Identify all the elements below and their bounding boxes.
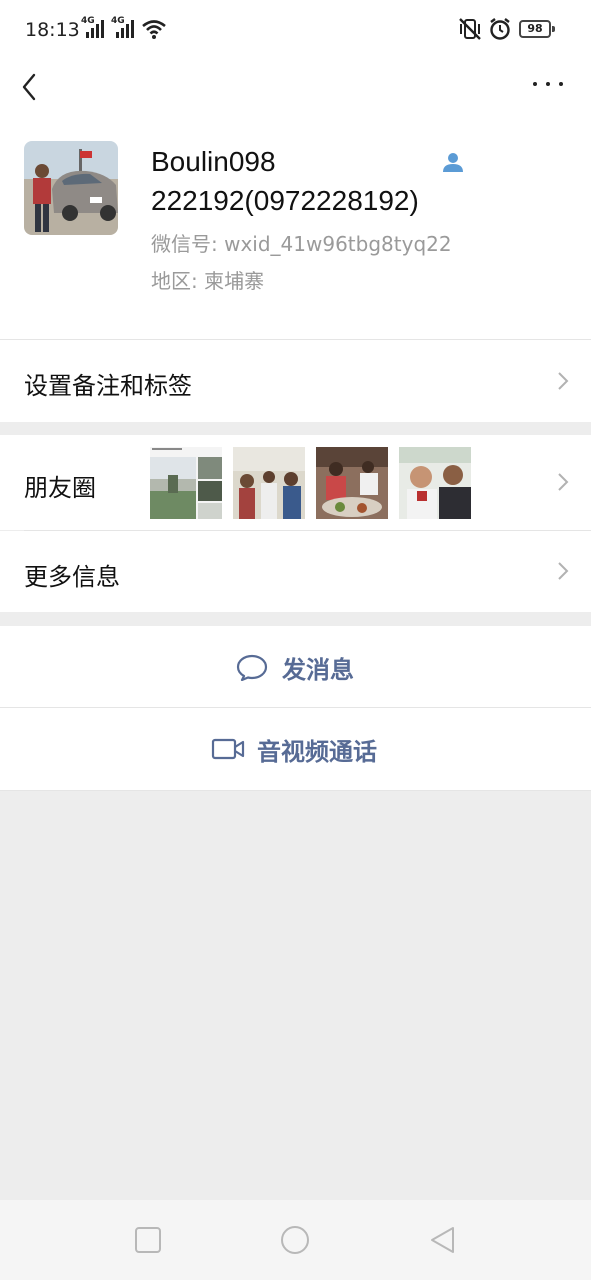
triangle-back-icon (431, 1227, 454, 1253)
chevron-right-icon (558, 473, 569, 491)
profile-header: Boulin098 222192(0972228192) 微信号: wxid_4… (0, 120, 591, 340)
contact-profile-screen: 18:13 4G 4G 98 Boulin098 222192(09722281… (0, 0, 591, 1280)
status-time: 18:13 (25, 19, 80, 41)
region-value: 柬埔寨 (204, 269, 265, 293)
remark-tags-cell[interactable]: 设置备注和标签 (0, 340, 591, 422)
battery-level: 98 (527, 22, 543, 35)
chevron-right-icon (558, 372, 569, 390)
moments-photo (399, 447, 471, 519)
more-info-cell[interactable]: 更多信息 (0, 531, 591, 612)
region-label: 地区: (151, 269, 198, 293)
avatar[interactable] (24, 141, 118, 235)
moments-cell[interactable]: 朋友圈 (0, 435, 591, 530)
back-button[interactable] (14, 66, 48, 106)
alarm-icon (490, 18, 510, 40)
network-type-label: 4G (81, 16, 95, 26)
signal-icon-sim1: 4G (81, 16, 105, 38)
wechat-id-value: wxid_41w96tbg8tyq22 (224, 232, 452, 256)
nav-bar (0, 60, 591, 120)
moments-photo (316, 447, 388, 519)
status-right-icons: 98 (457, 17, 567, 41)
region: 地区: 柬埔寨 (151, 265, 264, 294)
more-info-label: 更多信息 (24, 563, 120, 591)
person-icon (443, 153, 463, 172)
vibrate-mute-icon (459, 18, 481, 40)
recent-apps-button[interactable] (134, 1226, 162, 1254)
chevron-right-icon (558, 562, 569, 580)
divider (0, 790, 591, 791)
network-type-label: 4G (111, 16, 125, 26)
chevron-left-icon (22, 73, 36, 101)
wechat-id-label: 微信号: (151, 232, 218, 256)
moments-photo (233, 447, 305, 519)
circle-icon (281, 1226, 309, 1254)
chat-bubble-icon (236, 654, 268, 681)
video-camera-icon (211, 738, 245, 760)
wifi-icon (142, 20, 166, 39)
square-icon (135, 1227, 161, 1253)
contact-nickname: Boulin098 222192(0972228192) (151, 146, 419, 216)
moments-label: 朋友圈 (24, 474, 96, 502)
ellipsis-icon (533, 82, 537, 86)
avatar-photo (24, 141, 118, 235)
moments-photo (150, 447, 222, 519)
signal-icon-sim2: 4G (111, 16, 135, 38)
system-navigation-bar (0, 1200, 591, 1280)
home-button[interactable] (280, 1225, 310, 1255)
remark-tags-label: 设置备注和标签 (24, 372, 192, 400)
battery-icon: 98 (519, 20, 551, 38)
send-message-button[interactable]: 发消息 (0, 626, 591, 708)
system-back-button[interactable] (429, 1226, 457, 1254)
wechat-id: 微信号: wxid_41w96tbg8tyq22 (151, 228, 452, 257)
more-options-button[interactable] (531, 72, 567, 96)
video-call-label: 音视频通话 (257, 737, 377, 766)
status-bar: 18:13 4G 4G 98 (0, 0, 591, 60)
video-call-button[interactable]: 音视频通话 (0, 708, 591, 790)
send-message-label: 发消息 (282, 655, 354, 684)
